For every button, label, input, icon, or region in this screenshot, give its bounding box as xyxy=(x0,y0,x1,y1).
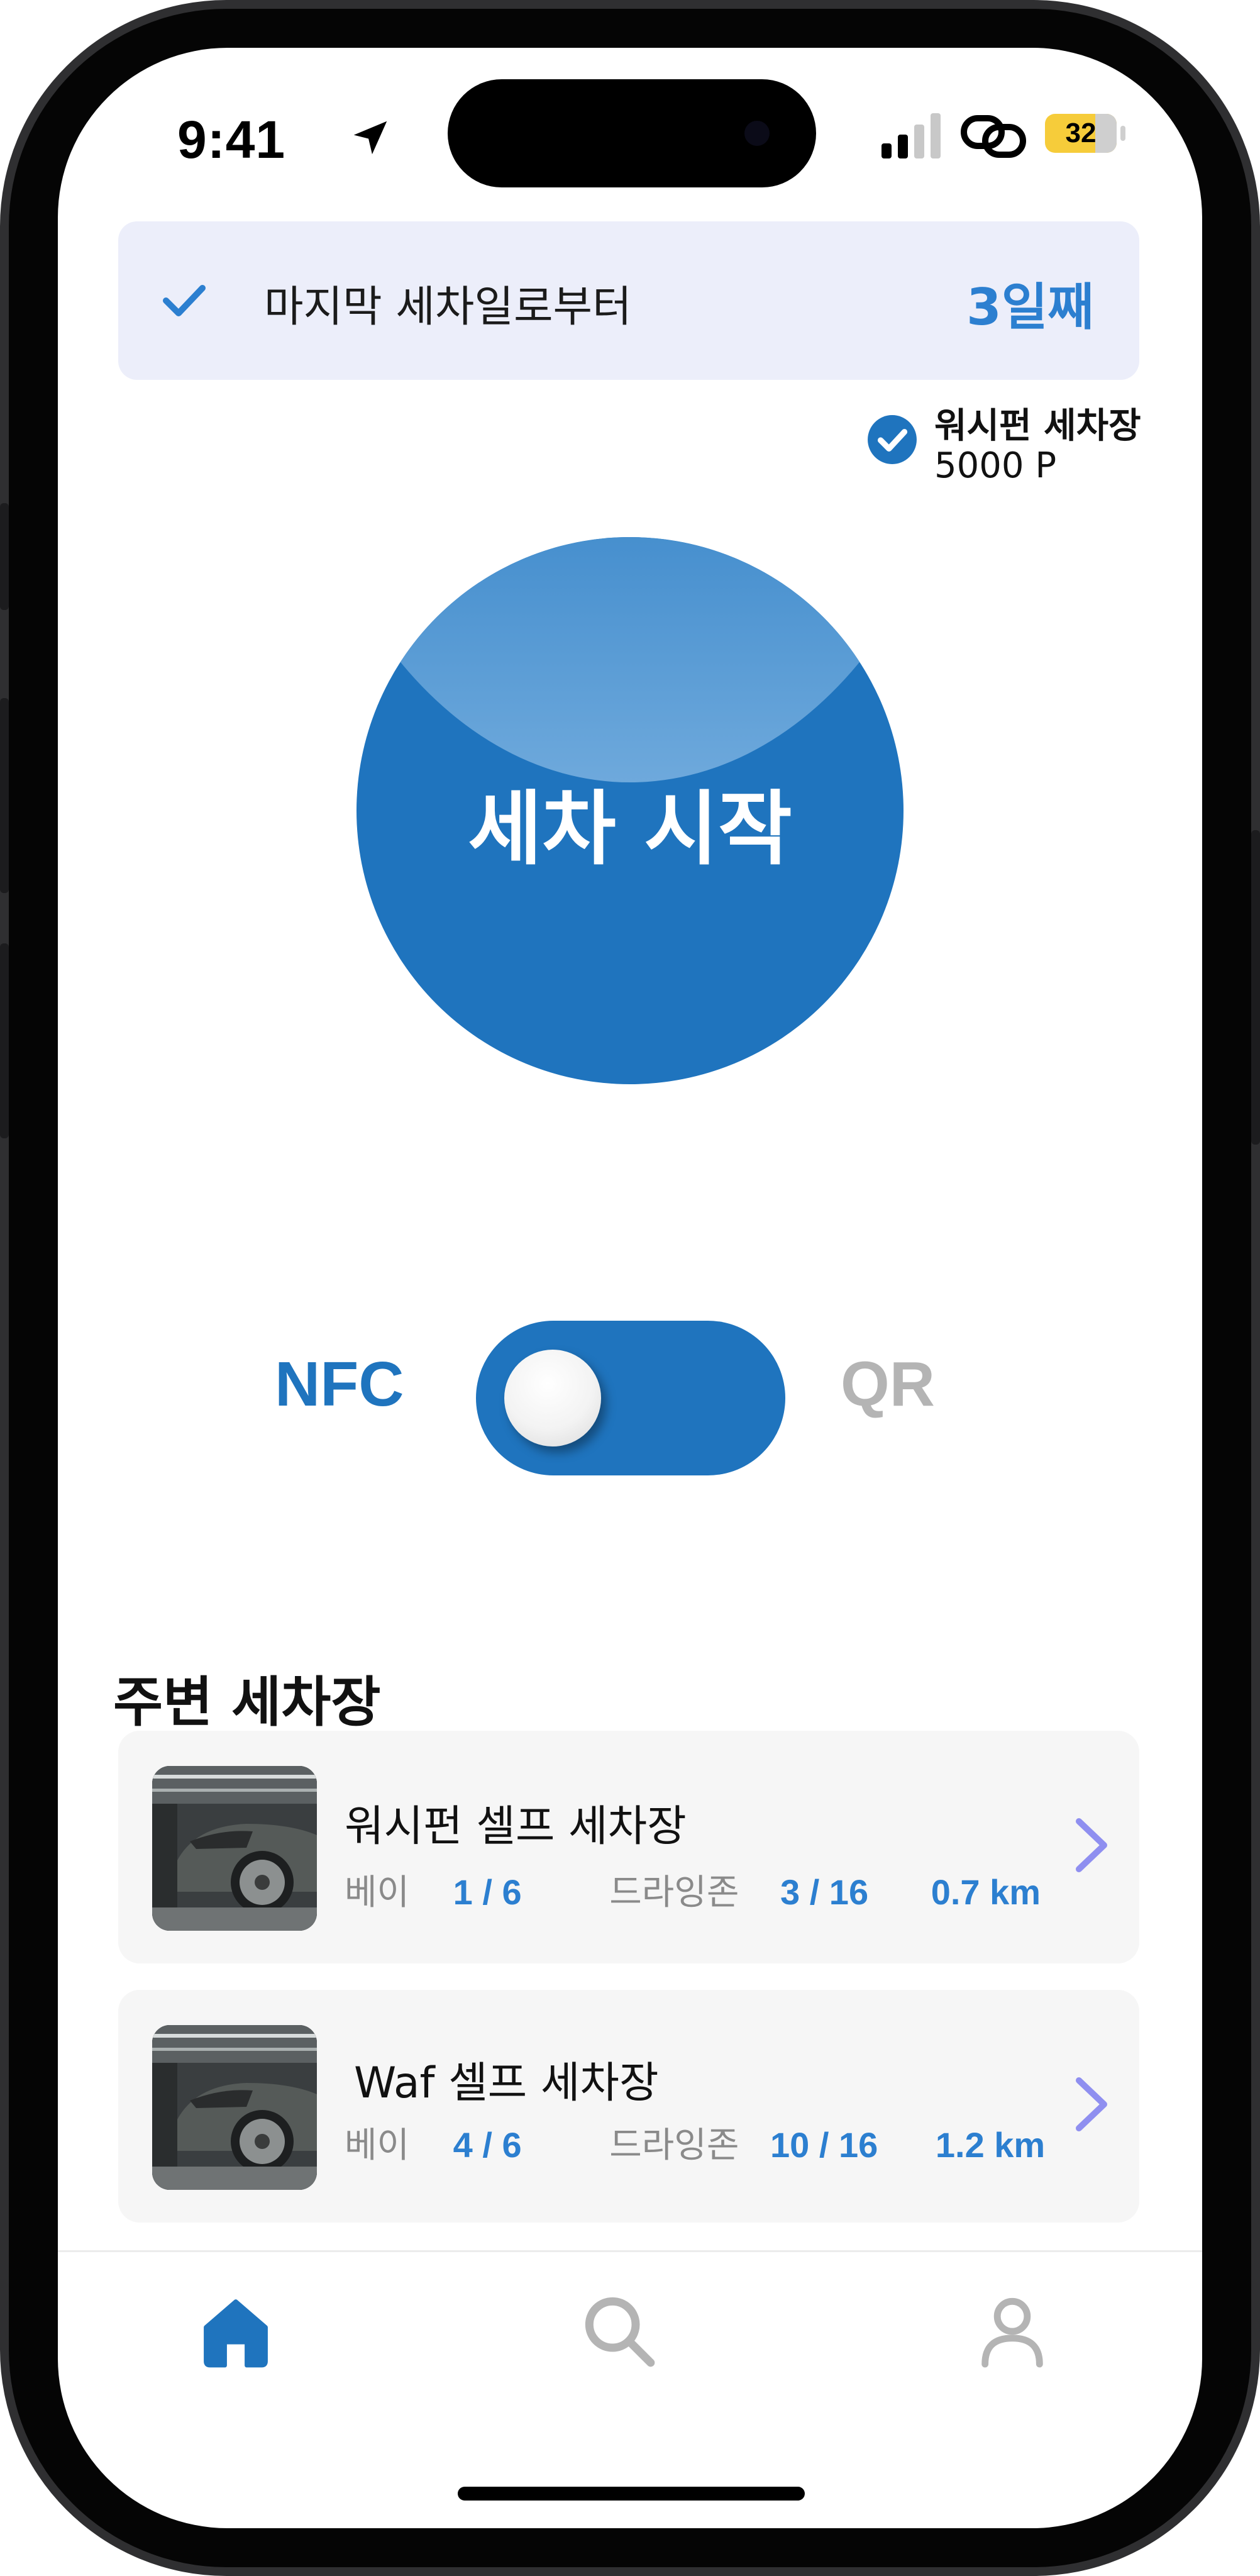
list-item[interactable]: Waf 셀프 세차장 베이 4 / 6 드라잉존 10 / 16 1.2 km xyxy=(118,1990,1139,2223)
start-wash-button[interactable]: 세차 시작 xyxy=(356,537,904,1084)
days-count: 3일째 xyxy=(966,278,1094,336)
bay-value: 4 / 6 xyxy=(453,2125,522,2165)
start-wash-label: 세차 시작 xyxy=(468,782,792,876)
last-wash-banner: 마지막 세차일로부터 3일째 xyxy=(118,221,1139,380)
selected-wash-points: 5000 P xyxy=(934,445,1057,486)
battery-level: 32 xyxy=(1065,118,1097,148)
battery-tip xyxy=(1120,126,1125,141)
bay-value: 1 / 6 xyxy=(453,1872,522,1912)
car-wash-thumbnail xyxy=(152,1766,317,1931)
chevron-right-icon[interactable] xyxy=(1073,2074,1110,2135)
button-gloss xyxy=(356,537,904,782)
action-button xyxy=(0,503,9,610)
screen: 9:41 32 마지막 세차일로부터 3일째 워시펀 세차장 5000 P 세차… xyxy=(58,48,1202,2528)
location-arrow-icon xyxy=(353,121,387,155)
selected-wash-name: 워시펀 세차장 xyxy=(934,406,1141,447)
user-icon[interactable] xyxy=(971,2290,1053,2372)
car-wash-name: 워시펀 셀프 세차장 xyxy=(345,1802,687,1852)
phone-frame: 9:41 32 마지막 세차일로부터 3일째 워시펀 세차장 5000 P 세차… xyxy=(0,0,1260,2576)
cellular-signal-icon xyxy=(881,113,941,158)
chevron-right-icon[interactable] xyxy=(1073,1815,1110,1875)
drying-zone-value: 3 / 16 xyxy=(780,1872,869,1912)
distance: 0.7 km xyxy=(931,1872,1041,1912)
battery-icon: 32 xyxy=(1045,114,1117,153)
drying-zone-label: 드라잉존 xyxy=(609,1872,739,1913)
banner-text: 마지막 세차일로부터 xyxy=(264,282,632,332)
status-time: 9:41 xyxy=(177,110,286,169)
search-icon[interactable] xyxy=(578,2290,660,2372)
drying-zone-value: 10 / 16 xyxy=(770,2125,878,2165)
car-wash-name: Waf 셀프 세차장 xyxy=(354,2058,659,2108)
car-wash-thumbnail xyxy=(152,2025,317,2190)
home-icon[interactable] xyxy=(195,2290,277,2372)
check-icon xyxy=(163,285,206,316)
camera-lens xyxy=(744,121,770,146)
volume-up-button xyxy=(0,698,9,893)
link-icon xyxy=(961,115,1026,158)
list-item[interactable]: 워시펀 셀프 세차장 베이 1 / 6 드라잉존 3 / 16 0.7 km xyxy=(118,1731,1139,1963)
toggle-knob[interactable] xyxy=(504,1350,601,1446)
volume-down-button xyxy=(0,943,9,1138)
bay-label: 베이 xyxy=(345,2125,410,2166)
drying-zone-label: 드라잉존 xyxy=(609,2125,739,2166)
power-button xyxy=(1251,830,1260,1145)
nfc-label[interactable]: NFC xyxy=(275,1348,404,1421)
nearby-title: 주변 세차장 xyxy=(113,1671,381,1734)
tab-bar-divider xyxy=(58,2250,1202,2252)
home-indicator xyxy=(458,2487,805,2501)
distance: 1.2 km xyxy=(935,2125,1046,2165)
bay-label: 베이 xyxy=(345,1872,410,1913)
nfc-qr-toggle[interactable] xyxy=(476,1321,785,1475)
qr-label[interactable]: QR xyxy=(841,1348,935,1421)
car-wash-meta: 베이 1 / 6 드라잉존 3 / 16 0.7 km xyxy=(345,1864,1041,1915)
car-wash-meta: 베이 4 / 6 드라잉존 10 / 16 1.2 km xyxy=(345,2117,1045,2168)
check-circle-icon xyxy=(868,415,917,464)
